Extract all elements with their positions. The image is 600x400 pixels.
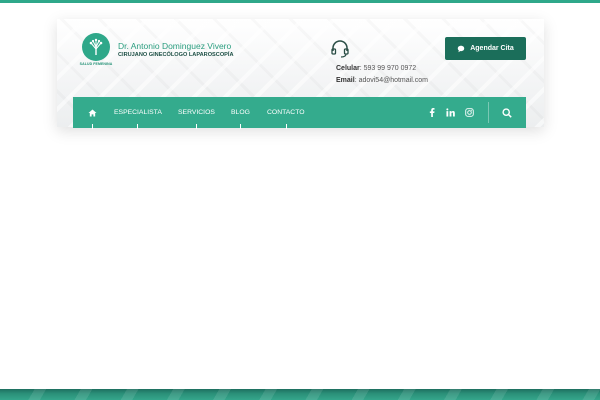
nav-indicator — [240, 124, 241, 129]
nav-indicator — [92, 124, 93, 129]
phone-line: Celular: 593 99 970 0972 — [336, 65, 416, 72]
brand-logo[interactable] — [82, 33, 110, 61]
headset-icon — [331, 40, 349, 58]
linkedin-icon — [446, 108, 455, 117]
doctor-specialty: CIRUJANO GINECÓLOGO LAPAROSCOPÍA — [118, 52, 234, 58]
email-value[interactable]: : adovi54@hotmail.com — [355, 77, 428, 84]
search-icon — [502, 107, 512, 118]
instagram-icon — [465, 108, 474, 117]
search-button[interactable] — [502, 97, 512, 128]
nav-indicator — [196, 124, 197, 129]
email-line: Email: adovi54@hotmail.com — [336, 77, 428, 84]
phone-value[interactable]: : 593 99 970 0972 — [360, 65, 416, 72]
email-label: Email — [336, 77, 355, 84]
logo-caption: SALUD FEMENINA — [79, 62, 113, 66]
phone-label: Celular — [336, 65, 360, 72]
instagram-link[interactable] — [465, 97, 474, 128]
facebook-icon — [429, 108, 435, 117]
tree-logo-icon — [89, 38, 103, 55]
nav-indicator — [137, 124, 138, 129]
nav-divider — [488, 102, 489, 123]
nav-indicator — [286, 124, 287, 129]
top-accent-strip — [0, 0, 600, 3]
footer-band — [0, 389, 600, 400]
main-navbar: ESPECIALISTA SERVICIOS BLOG CONTACTO — [73, 97, 526, 129]
doctor-name[interactable]: Dr. Antonio Dominguez Vivero — [118, 41, 231, 51]
agendar-cita-button[interactable]: Agendar Cita — [445, 37, 526, 60]
linkedin-link[interactable] — [446, 97, 455, 128]
chat-icon — [458, 45, 465, 52]
facebook-link[interactable] — [429, 97, 435, 128]
agendar-cita-label: Agendar Cita — [470, 45, 514, 52]
home-icon — [88, 108, 97, 117]
